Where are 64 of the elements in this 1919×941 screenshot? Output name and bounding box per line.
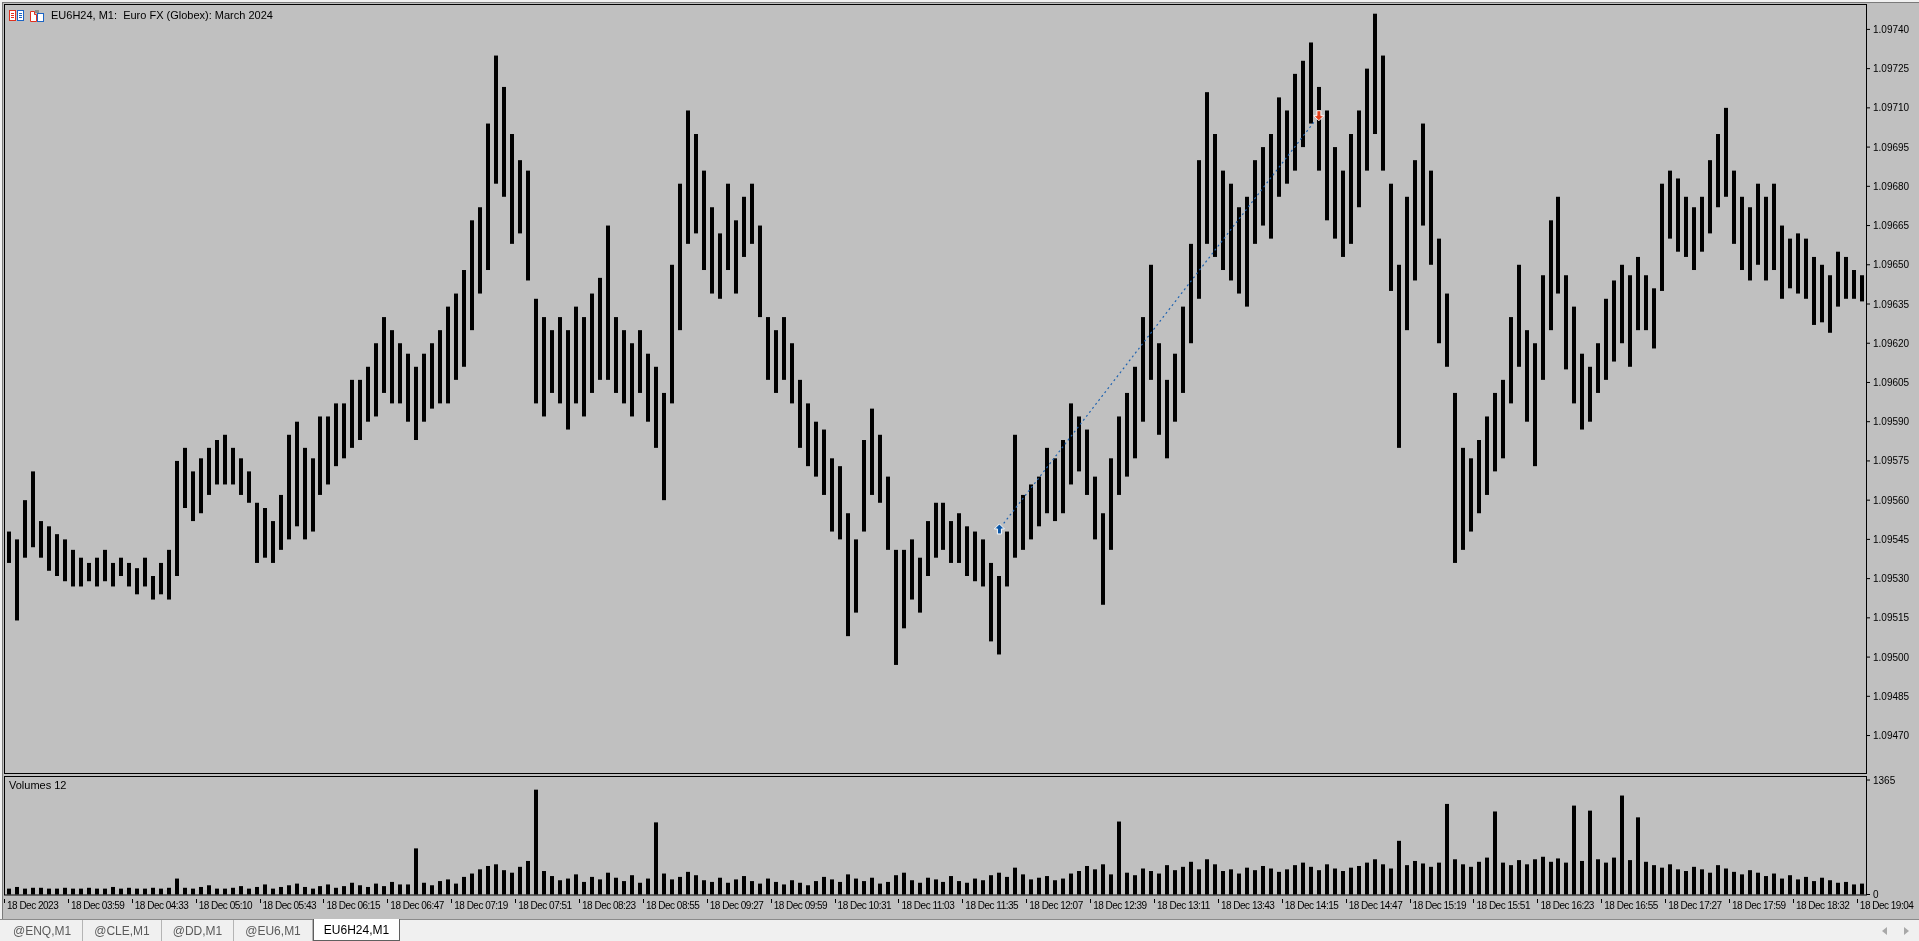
time-axis-label: 18 Dec 07:51	[518, 900, 572, 912]
price-axis-label: 1.09545	[1873, 533, 1910, 545]
time-axis-label: 18 Dec 17:27	[1668, 900, 1722, 912]
time-axis-label: 18 Dec 19:04	[1859, 900, 1914, 912]
time-axis-label: 18 Dec 2023	[7, 900, 59, 912]
time-axis-label: 18 Dec 11:03	[901, 900, 955, 912]
price-axis-label: 1.09605	[1873, 376, 1910, 388]
price-axis-label: 1.09560	[1873, 494, 1910, 506]
time-axis-label: 18 Dec 13:43	[1220, 900, 1275, 912]
time-axis-label: 18 Dec 13:11	[1157, 900, 1210, 912]
time-axis-label: 18 Dec 16:23	[1540, 900, 1594, 912]
scroll-right-icon[interactable]	[1904, 926, 1909, 935]
up-arrow-icon	[993, 523, 1005, 535]
price-axis-label: 1.09695	[1873, 141, 1910, 153]
time-axis-label: 18 Dec 17:59	[1732, 900, 1786, 912]
price-axis-label: 1.09710	[1873, 102, 1910, 114]
time-axis-label: 18 Dec 12:07	[1029, 900, 1083, 912]
time-axis-label: 18 Dec 07:19	[454, 900, 508, 912]
chart-tab[interactable]: @EU6,M1	[234, 920, 313, 941]
price-axis-label: 1.09530	[1873, 573, 1910, 585]
time-axis-label: 18 Dec 14:47	[1348, 900, 1403, 912]
list-icon	[9, 10, 24, 21]
time-axis-label: 18 Dec 09:27	[709, 900, 764, 912]
price-axis-label: 1.09590	[1873, 416, 1910, 428]
time-axis-label: 18 Dec 14:15	[1284, 900, 1339, 912]
price-axis-label: 1.09515	[1873, 612, 1910, 624]
chart-tab[interactable]: @ENQ,M1	[2, 920, 84, 941]
indicator-label: Volumes 12	[9, 779, 67, 791]
time-axis-label: 18 Dec 08:55	[645, 900, 700, 912]
price-axis-label: 1.09620	[1873, 337, 1910, 349]
chart-tab[interactable]: EU6H24,M1	[312, 919, 401, 941]
price-axis-label: 1.09470	[1873, 730, 1910, 742]
time-axis-label: 18 Dec 16:55	[1604, 900, 1658, 912]
volume-axis-label: 0	[1873, 889, 1879, 899]
time-axis-label: 18 Dec 12:39	[1093, 900, 1147, 912]
boxes-icon	[30, 9, 44, 22]
time-axis-label: 18 Dec 11:35	[965, 900, 1019, 912]
time-axis-label: 18 Dec 04:33	[134, 900, 189, 912]
price-axis-label: 1.09485	[1873, 690, 1910, 702]
price-axis-label: 1.09635	[1873, 298, 1910, 310]
price-axis-label: 1.09740	[1873, 23, 1910, 35]
volume-axis-label: 1365	[1873, 774, 1896, 786]
price-axis-label: 1.09500	[1873, 651, 1910, 663]
price-axis-label: 1.09650	[1873, 259, 1910, 271]
time-axis-label: 18 Dec 09:59	[773, 900, 828, 912]
time-axis-label: 18 Dec 06:47	[390, 900, 444, 912]
time-axis-label: 18 Dec 10:31	[837, 900, 892, 912]
price-axis-label: 1.09680	[1873, 180, 1910, 192]
down-arrow-icon	[1313, 110, 1325, 122]
time-axis-label: 18 Dec 08:23	[582, 900, 636, 912]
time-axis-label: 18 Dec 18:32	[1795, 900, 1850, 912]
time-axis-label: 18 Dec 15:19	[1412, 900, 1467, 912]
chart-tab[interactable]: @CLE,M1	[83, 920, 162, 941]
time-axis-label: 18 Dec 03:59	[70, 900, 125, 912]
time-axis-label: 18 Dec 06:15	[326, 900, 380, 912]
time-axis-label: 18 Dec 05:10	[198, 900, 253, 912]
scroll-left-icon[interactable]	[1882, 926, 1887, 935]
price-axis-label: 1.09725	[1873, 63, 1910, 75]
price-axis-label: 1.09575	[1873, 455, 1910, 467]
chart-title: EU6H24, M1: Euro FX (Globex): March 2024	[51, 9, 273, 22]
time-axis-label: 18 Dec 15:51	[1476, 900, 1530, 912]
price-axis-label: 1.09665	[1873, 220, 1910, 232]
time-axis-label: 18 Dec 05:43	[262, 900, 317, 912]
chart-tab[interactable]: @DD,M1	[161, 920, 235, 941]
